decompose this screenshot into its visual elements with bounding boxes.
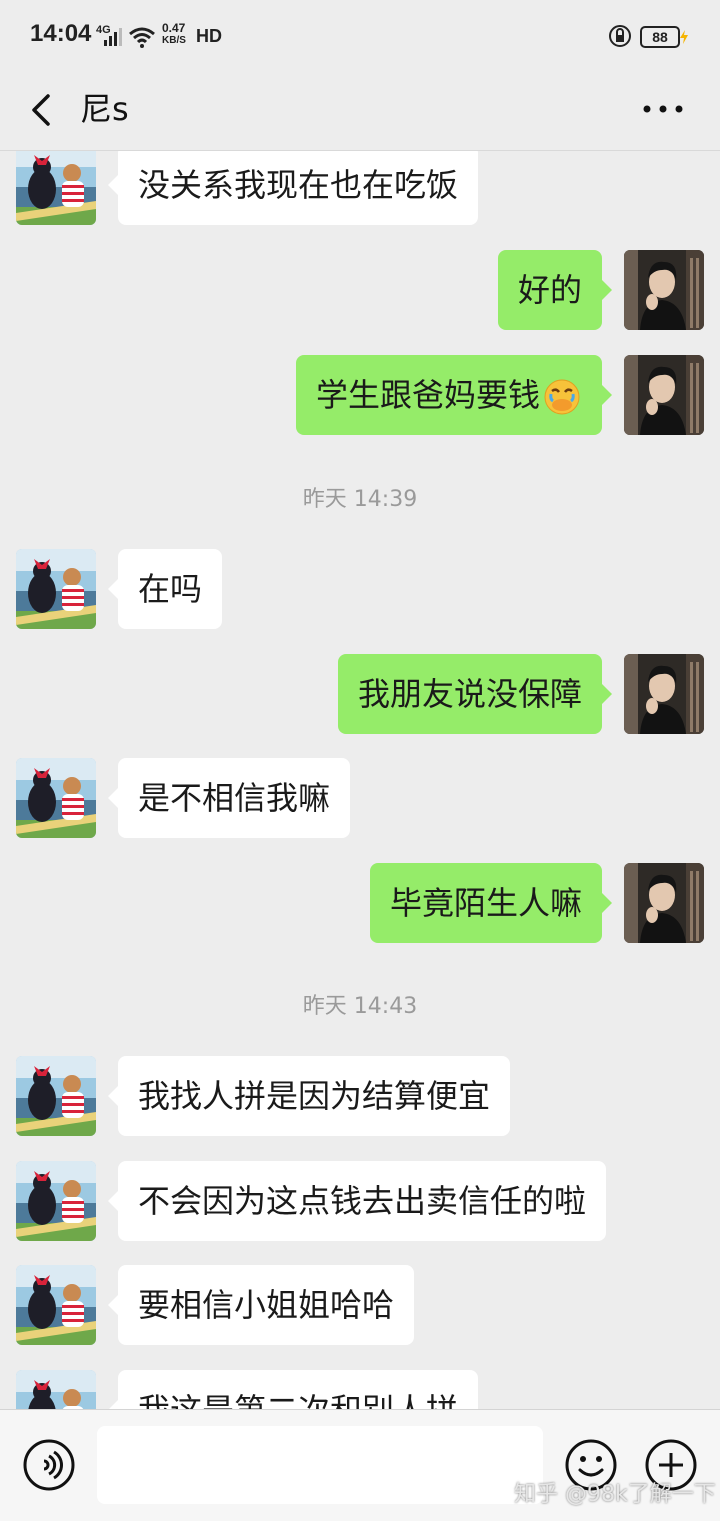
contact-avatar[interactable] <box>16 1265 96 1345</box>
timestamp: 昨天 14:43 <box>302 994 418 1019</box>
watermark: 知乎 @98k了解一下 <box>514 1482 716 1507</box>
more-options-icon[interactable] <box>640 94 686 124</box>
contact-avatar[interactable] <box>16 1370 96 1409</box>
hd-label: HD <box>196 26 222 46</box>
message-bubble-sent[interactable]: 好的 <box>497 250 613 330</box>
signal-icon <box>104 28 122 46</box>
message-bubble-sent[interactable]: 学生跟爸妈要钱 <box>295 355 613 435</box>
my-avatar[interactable] <box>624 250 704 330</box>
message-bubble-sent[interactable]: 毕竟陌生人嘛 <box>369 863 613 943</box>
message-input[interactable] <box>97 1426 543 1504</box>
chat-header: 尼s <box>0 72 720 151</box>
wifi-icon <box>129 27 155 48</box>
rotation-lock-icon <box>609 25 631 47</box>
contact-avatar[interactable] <box>16 758 96 838</box>
charging-icon <box>680 30 688 44</box>
my-avatar[interactable] <box>624 355 704 435</box>
timestamp: 昨天 14:39 <box>302 487 418 512</box>
contact-avatar[interactable] <box>16 151 96 225</box>
message-bubble-received[interactable]: 要相信小姐姐哈哈 <box>107 1265 415 1345</box>
contact-avatar[interactable] <box>16 1056 96 1136</box>
message-bubble-received[interactable]: 我这是第二次和别人拼 <box>107 1370 479 1409</box>
chat-title: 尼s <box>80 90 129 128</box>
chat-messages[interactable]: 没关系我现在也在吃饭 好的 学生跟爸妈要钱 昨天 14:39 在吗 我朋友说没保… <box>0 151 720 1409</box>
message-text: 学生跟爸妈要钱 <box>315 376 540 414</box>
my-avatar[interactable] <box>624 654 704 734</box>
message-bubble-received[interactable]: 在吗 <box>107 549 223 629</box>
speed-value: 0.47 <box>162 21 186 35</box>
message-bubble-received[interactable]: 没关系我现在也在吃饭 <box>107 151 479 225</box>
status-time: 14:04 <box>30 20 92 47</box>
face-with-hand-over-mouth-emoji-icon <box>544 379 580 415</box>
speed-unit: KB/S <box>162 35 186 46</box>
message-bubble-sent[interactable]: 我朋友说没保障 <box>337 654 613 734</box>
battery-level: 88 <box>640 26 680 48</box>
message-bubble-received[interactable]: 我找人拼是因为结算便宜 <box>107 1056 511 1136</box>
contact-avatar[interactable] <box>16 1161 96 1241</box>
status-bar: 14:04 4G 0.47 KB/S HD 88 <box>0 0 720 72</box>
message-bubble-received[interactable]: 是不相信我嘛 <box>107 758 351 838</box>
message-bubble-received[interactable]: 不会因为这点钱去出卖信任的啦 <box>107 1161 607 1241</box>
my-avatar[interactable] <box>624 863 704 943</box>
back-arrow-icon[interactable] <box>24 82 64 138</box>
voice-icon[interactable] <box>22 1438 76 1492</box>
contact-avatar[interactable] <box>16 549 96 629</box>
